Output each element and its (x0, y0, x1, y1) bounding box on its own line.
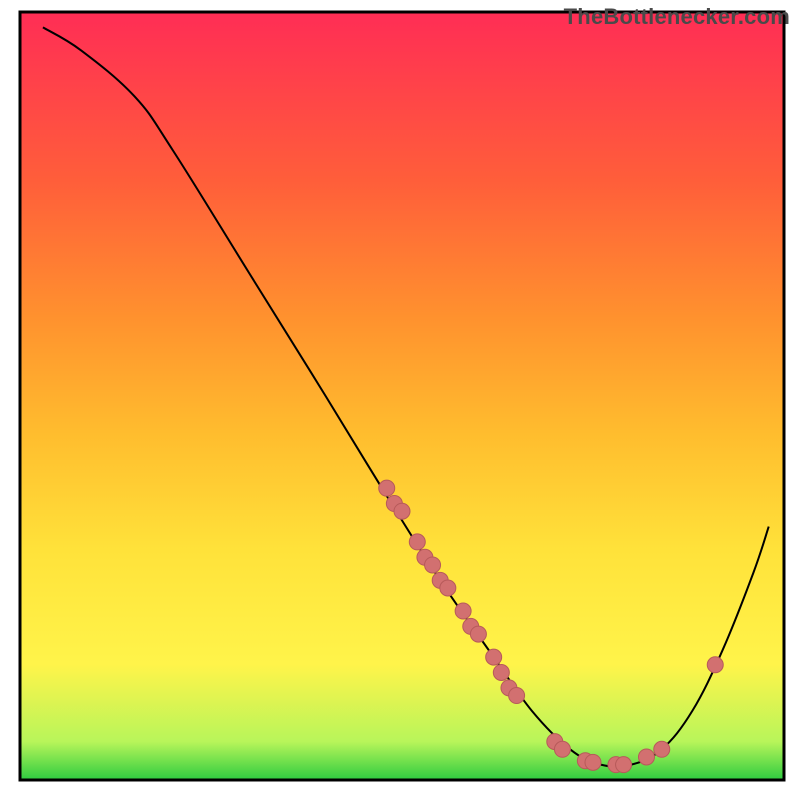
data-marker (455, 603, 471, 619)
axes-box (20, 12, 784, 780)
data-marker (486, 649, 502, 665)
data-marker (554, 741, 570, 757)
data-marker (425, 557, 441, 573)
data-marker (654, 741, 670, 757)
data-marker (379, 480, 395, 496)
data-marker (707, 657, 723, 673)
watermark-label: TheBottlenecker.com (564, 4, 790, 30)
data-marker (509, 688, 525, 704)
data-marker (616, 757, 632, 773)
chart-container: TheBottlenecker.com (0, 0, 800, 800)
data-marker (585, 754, 601, 770)
data-marker (394, 503, 410, 519)
data-marker (470, 626, 486, 642)
data-marker (638, 749, 654, 765)
plot-area (0, 0, 800, 800)
data-marker (493, 664, 509, 680)
data-marker (440, 580, 456, 596)
bottleneck-curve (43, 27, 769, 766)
data-marker (409, 534, 425, 550)
